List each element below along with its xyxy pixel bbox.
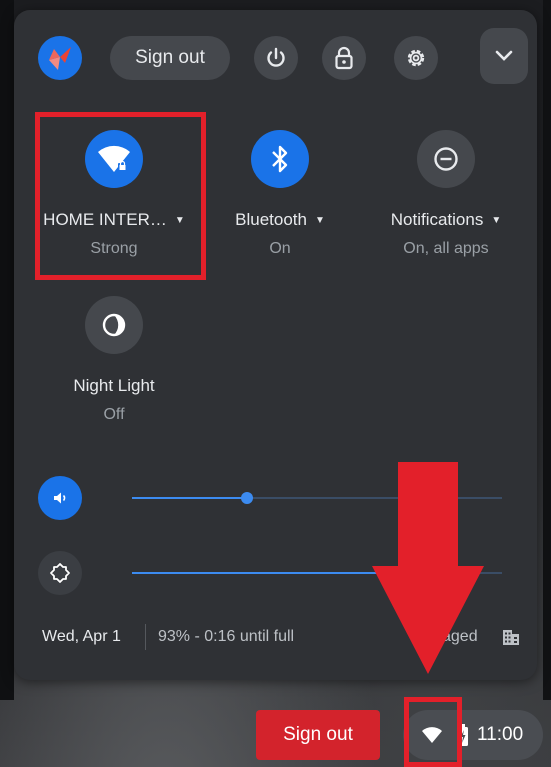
gear-icon bbox=[407, 49, 425, 67]
brightness-button bbox=[38, 551, 82, 595]
do-not-disturb-icon bbox=[434, 147, 458, 171]
lock-icon bbox=[335, 46, 353, 70]
window-edge-left bbox=[0, 0, 14, 700]
clock-time: 11:00 bbox=[477, 724, 524, 745]
volume-slider-fill bbox=[132, 497, 247, 499]
settings-button[interactable] bbox=[394, 36, 438, 80]
quick-settings-header: Sign out bbox=[14, 10, 537, 110]
moon-icon bbox=[102, 313, 126, 337]
sign-out-label: Sign out bbox=[135, 47, 205, 68]
chevron-down-icon bbox=[495, 50, 513, 61]
avatar-icon[interactable] bbox=[38, 36, 82, 80]
battery-status: 93% - 0:16 until full bbox=[158, 628, 295, 645]
sign-out-button[interactable]: Sign out bbox=[110, 36, 230, 80]
bluetooth-tile[interactable]: Bluetooth ▼ On bbox=[200, 130, 360, 258]
notifications-tile[interactable]: Notifications ▼ On, all apps bbox=[366, 130, 526, 258]
power-button[interactable] bbox=[254, 36, 298, 80]
notifications-toggle[interactable] bbox=[417, 130, 475, 188]
bluetooth-status: On bbox=[269, 240, 291, 257]
bluetooth-label: Bluetooth bbox=[235, 210, 307, 229]
shelf: Sign out 11:00 bbox=[0, 698, 551, 767]
footer-divider bbox=[145, 624, 146, 650]
notifications-label: Notifications bbox=[390, 210, 484, 229]
shelf-sign-out-button[interactable]: Sign out bbox=[256, 710, 380, 760]
mute-button[interactable] bbox=[38, 476, 82, 520]
annotation-highlight-tray bbox=[404, 697, 462, 767]
night-light-label: Night Light bbox=[73, 376, 155, 395]
date-label[interactable]: Wed, Apr 1 bbox=[42, 628, 121, 646]
volume-slider-thumb[interactable] bbox=[240, 492, 253, 504]
building-icon[interactable] bbox=[502, 628, 520, 646]
brightness-icon bbox=[50, 563, 70, 583]
bluetooth-toggle[interactable] bbox=[251, 130, 309, 188]
brightness-slider-fill bbox=[132, 572, 410, 574]
bluetooth-icon bbox=[272, 145, 288, 173]
shelf-sign-out-label: Sign out bbox=[283, 724, 353, 745]
notifications-status: On, all apps bbox=[403, 240, 489, 257]
volume-icon bbox=[54, 492, 66, 504]
collapse-button[interactable] bbox=[480, 28, 528, 84]
annotation-arrow-down bbox=[372, 462, 484, 674]
night-light-tile[interactable]: Night Light Off bbox=[34, 296, 194, 424]
lock-button[interactable] bbox=[322, 36, 366, 80]
power-icon bbox=[267, 47, 285, 67]
caret-down-icon[interactable]: ▼ bbox=[491, 215, 501, 226]
night-light-status: Off bbox=[103, 406, 125, 423]
annotation-highlight-wifi bbox=[35, 112, 206, 280]
caret-down-icon[interactable]: ▼ bbox=[315, 215, 325, 226]
night-light-toggle[interactable] bbox=[85, 296, 143, 354]
window-edge-right bbox=[543, 0, 551, 700]
